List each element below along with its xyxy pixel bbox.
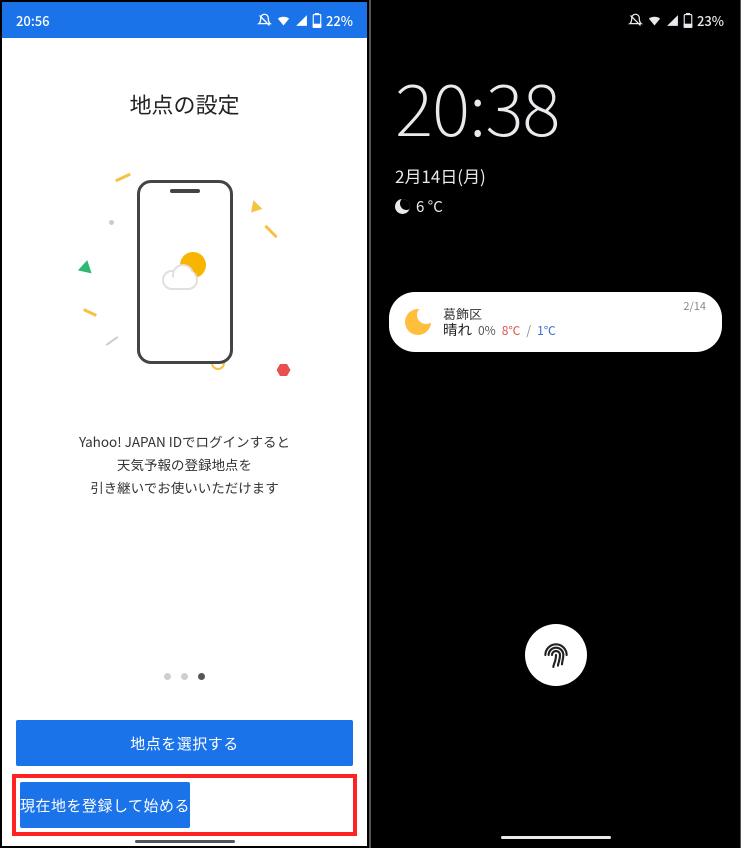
lock-weather: 6 °C (373, 188, 738, 217)
bell-off-icon (257, 13, 272, 28)
fingerprint-button[interactable] (525, 624, 587, 686)
decor-line-icon (115, 173, 131, 182)
notif-high-temp: 8℃ (502, 324, 521, 338)
home-indicator[interactable] (135, 840, 235, 843)
desc-line: 天気予報の登録地点を (117, 454, 252, 474)
phone-outline-icon (137, 180, 233, 364)
status-battery-pct: 23% (697, 11, 724, 30)
register-current-location-button[interactable]: 現在地を登録して始める (20, 782, 190, 828)
lock-time: 20:38 (373, 38, 738, 157)
decor-triangle-icon (77, 259, 93, 274)
notif-location: 葛飾区 (443, 306, 671, 322)
select-location-button[interactable]: 地点を選択する (16, 720, 353, 766)
pager-dot[interactable] (164, 673, 171, 680)
decor-line-icon (264, 225, 277, 238)
moon-icon (405, 309, 431, 335)
pager-dot[interactable] (181, 673, 188, 680)
onboarding-illustration (75, 170, 295, 400)
onboarding-content: 地点の設定 Yahoo! JAPAN IDでログインすると (2, 38, 367, 846)
decor-triangle-icon (247, 198, 262, 212)
notif-precip: 0% (478, 324, 496, 338)
battery-icon (312, 13, 322, 28)
notif-condition: 晴れ (443, 321, 472, 338)
sun-cloud-icon (160, 250, 210, 294)
lock-screen-content: 20:38 2月14日(月) 6 °C 葛飾区 晴れ 0% 8℃ / 1℃ (373, 38, 738, 846)
notif-low-temp: 1℃ (537, 324, 556, 338)
battery-icon (683, 13, 693, 28)
page-title: 地点の設定 (26, 88, 343, 120)
signal-icon (666, 14, 679, 27)
weather-notification[interactable]: 葛飾区 晴れ 0% 8℃ / 1℃ 2/14 (389, 292, 722, 352)
decor-line-icon (83, 308, 97, 317)
home-indicator[interactable] (501, 836, 611, 839)
signal-icon (295, 14, 308, 27)
onboarding-description: Yahoo! JAPAN IDでログインすると 天気予報の登録地点を 引き継いで… (26, 430, 343, 499)
phone-app-onboarding: 20:56 22% 地点の設定 (0, 0, 369, 848)
notif-date: 2/14 (683, 298, 706, 314)
pager-dot-active[interactable] (198, 673, 205, 680)
fingerprint-icon (540, 639, 572, 671)
slash: / (526, 324, 531, 338)
pager-dots (2, 673, 367, 680)
status-bar: . 23% (373, 2, 738, 38)
status-battery-pct: 22% (326, 11, 353, 30)
phone-lock-screen: . 23% 20:38 2月14日(月) (371, 0, 740, 848)
wifi-icon (647, 13, 662, 28)
status-time: 20:56 (16, 11, 50, 30)
callout-highlight: 現在地を登録して始める (12, 774, 357, 836)
desc-line: Yahoo! JAPAN IDでログインすると (79, 431, 290, 451)
lock-temp: 6 °C (416, 196, 443, 217)
moon-icon (395, 199, 410, 214)
decor-dot-icon (109, 220, 114, 225)
wifi-icon (276, 13, 291, 28)
lock-date: 2月14日(月) (373, 157, 738, 188)
decor-hex-icon (277, 364, 291, 376)
status-bar: 20:56 22% (2, 2, 367, 38)
decor-line-icon (105, 336, 118, 346)
bell-off-icon (628, 13, 643, 28)
desc-line: 引き継いでお使いいただけます (90, 477, 279, 497)
